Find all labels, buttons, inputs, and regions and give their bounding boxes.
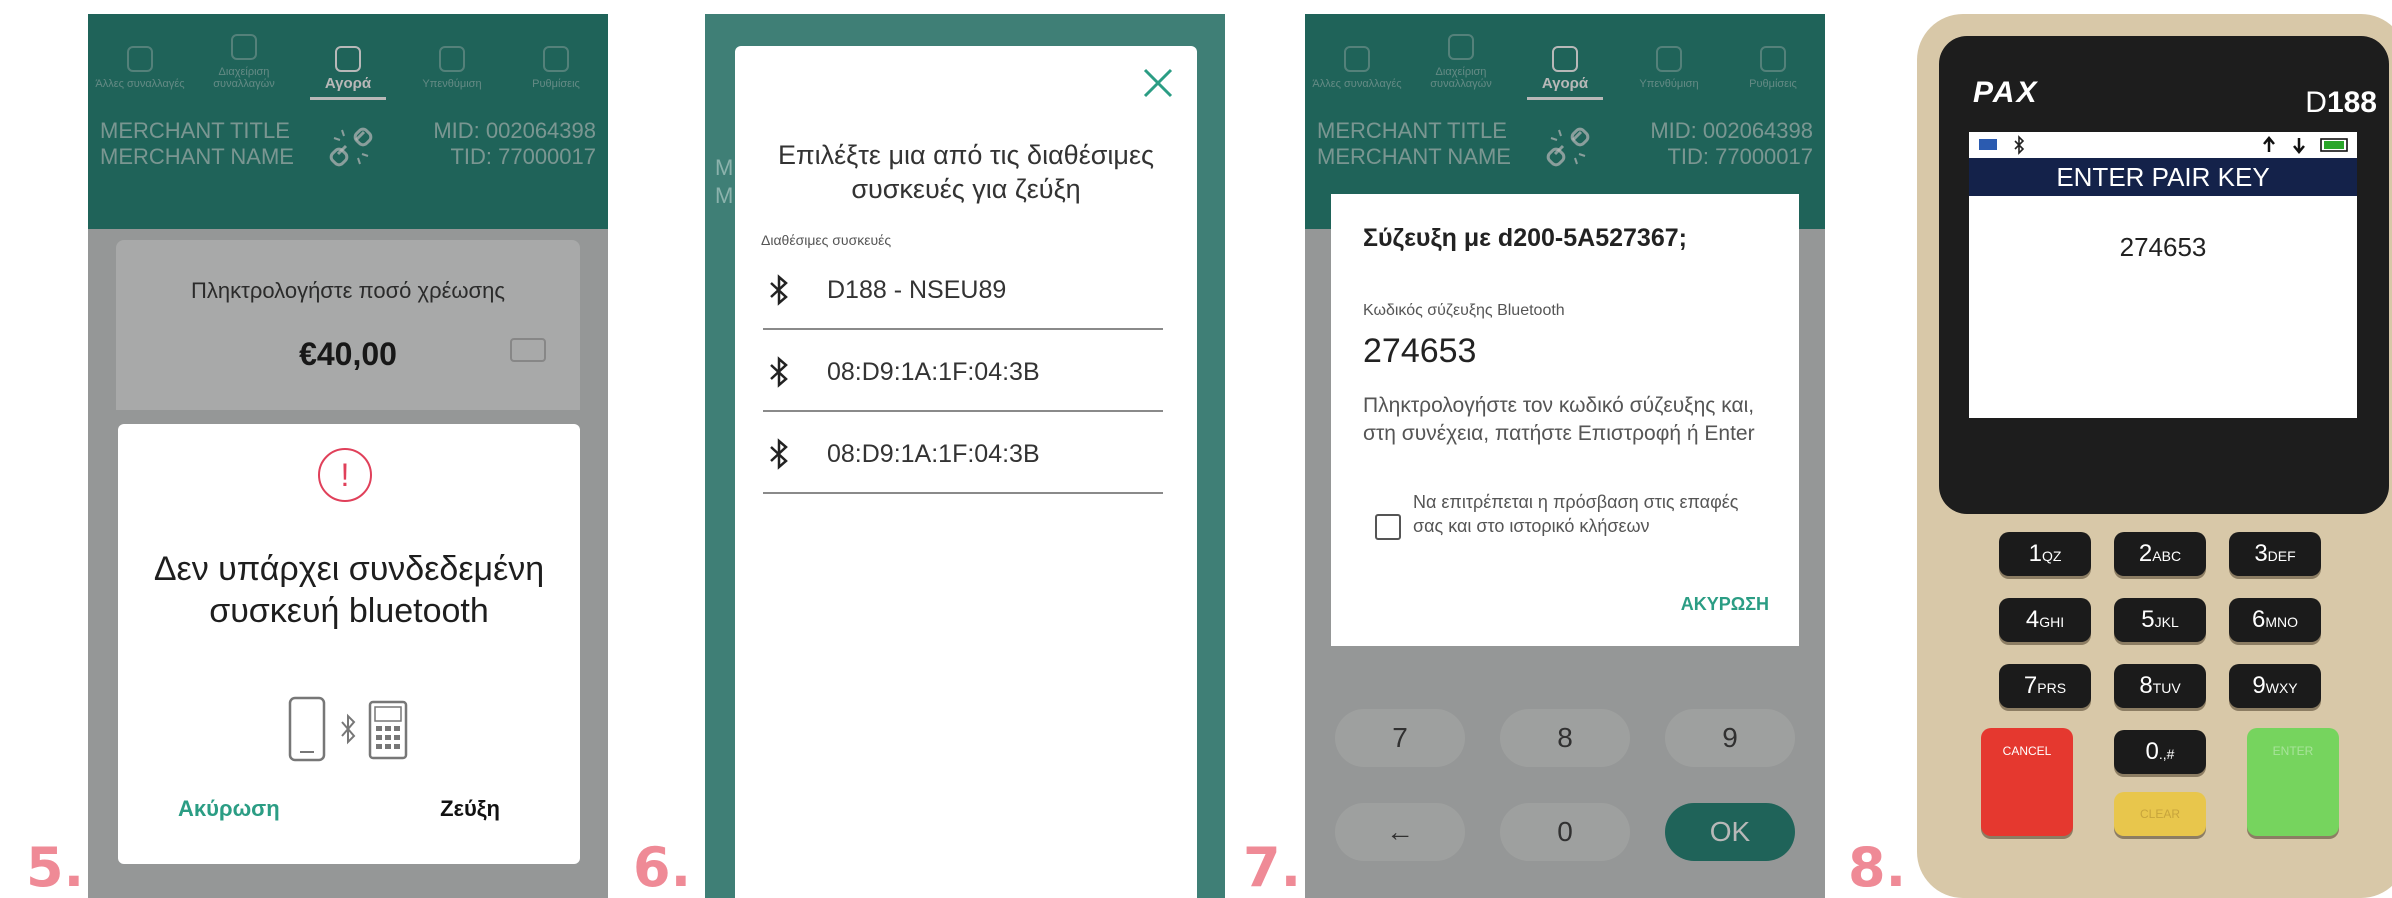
dialog-title: Δεν υπάρχει συνδεδεμένη συσκευή bluetoot… bbox=[153, 550, 545, 630]
keypad-key-1[interactable]: 1QZ bbox=[1999, 532, 2091, 576]
cancel-key[interactable]: CANCEL bbox=[1981, 728, 2073, 836]
step-number-8: 8. bbox=[1848, 836, 1907, 898]
display-pair-key: 274653 bbox=[2119, 232, 2207, 262]
device-name: D188 - NSEU89 bbox=[827, 276, 1007, 304]
cancel-button[interactable]: Ακύρωση bbox=[178, 796, 280, 822]
contacts-access-checkbox[interactable] bbox=[1375, 514, 1401, 540]
model-label: D188 bbox=[2305, 86, 2377, 120]
step-number-7: 7. bbox=[1243, 836, 1302, 898]
device-list-item[interactable]: 08:D9:1A:1F:04:3B bbox=[763, 414, 1163, 494]
cancel-button[interactable]: ΑΚΥΡΩΣΗ bbox=[1681, 594, 1769, 615]
keypad-key-5[interactable]: 5JKL bbox=[2114, 598, 2206, 642]
pax-terminal: PAX D188 ENTER PAIR KEY 274653 1QZ 2ABC … bbox=[1917, 14, 2392, 898]
pairing-code-label: Κωδικός σύζευξης Bluetooth bbox=[1363, 302, 1565, 319]
bluetooth-icon bbox=[770, 356, 788, 388]
model-number: 188 bbox=[2326, 86, 2377, 119]
keypad-key-7[interactable]: 7PRS bbox=[1999, 664, 2091, 708]
pairing-code: 274653 bbox=[1363, 332, 1477, 370]
keypad-key-4[interactable]: 4GHI bbox=[1999, 598, 2091, 642]
status-bar-icons bbox=[1969, 132, 2357, 158]
phone-screen-7: Άλλες συναλλαγές Διαχείριση συναλλαγών Α… bbox=[1305, 14, 1825, 898]
keypad-key-9[interactable]: 9WXY bbox=[2229, 664, 2321, 708]
keypad-key-8[interactable]: 8TUV bbox=[2114, 664, 2206, 708]
bluetooth-icon bbox=[770, 274, 788, 306]
dialog-title: Σύζευξη με d200-5A527367; bbox=[1363, 224, 1687, 252]
enter-key[interactable]: ENTER bbox=[2247, 728, 2339, 836]
step-number-6: 6. bbox=[633, 836, 692, 898]
cancel-key-label: CANCEL bbox=[2002, 744, 2052, 758]
clear-key-label: CLEAR bbox=[2139, 807, 2180, 821]
phone-screen-5: Άλλες συναλλαγές Διαχείριση συναλλαγών Α… bbox=[88, 14, 608, 898]
display-header: ENTER PAIR KEY bbox=[1969, 158, 2357, 196]
pair-button[interactable]: Ζεύξη bbox=[440, 796, 500, 822]
alert-icon: ! bbox=[318, 448, 372, 502]
device-list-item[interactable]: D188 - NSEU89 bbox=[763, 250, 1163, 330]
device-name: 08:D9:1A:1F:04:3B bbox=[827, 440, 1040, 468]
close-icon[interactable] bbox=[1141, 66, 1175, 100]
tutorial-steps: 5. 6. 7. 8. Άλλες συναλλαγές Διαχείριση … bbox=[0, 0, 2392, 898]
clear-key[interactable]: CLEAR bbox=[2114, 792, 2206, 836]
terminal-display: ENTER PAIR KEY 274653 bbox=[1969, 132, 2357, 418]
device-list-item[interactable]: 08:D9:1A:1F:04:3B bbox=[763, 332, 1163, 412]
device-picker-dialog: Επιλέξτε μια από τις διαθέσιμες συσκευές… bbox=[735, 46, 1197, 898]
available-devices-label: Διαθέσιμες συσκευές bbox=[761, 232, 892, 248]
phone-bluetooth-terminal-icon bbox=[288, 696, 408, 762]
bluetooth-icon bbox=[770, 438, 788, 470]
dialog-title: Επιλέξτε μια από τις διαθέσιμες συσκευές… bbox=[777, 140, 1155, 204]
no-bluetooth-dialog: ! Δεν υπάρχει συνδεδεμένη συσκευή blueto… bbox=[118, 424, 580, 864]
pairing-instructions: Πληκτρολογήστε τον κωδικό σύζευξης και, … bbox=[1363, 394, 1755, 445]
pairing-request-dialog: Σύζευξη με d200-5A527367; Κωδικός σύζευξ… bbox=[1331, 194, 1799, 646]
keypad-key-6[interactable]: 6MNO bbox=[2229, 598, 2321, 642]
pax-logo: PAX bbox=[1973, 76, 2038, 110]
keypad-key-3[interactable]: 3DEF bbox=[2229, 532, 2321, 576]
model-prefix: D bbox=[2305, 86, 2327, 119]
keypad-key-2[interactable]: 2ABC bbox=[2114, 532, 2206, 576]
keypad-key-0[interactable]: 0.,# bbox=[2114, 730, 2206, 774]
device-name: 08:D9:1A:1F:04:3B bbox=[827, 358, 1040, 386]
contacts-access-label: Να επιτρέπεται η πρόσβαση στις επαφές σα… bbox=[1413, 492, 1739, 536]
phone-screen-6: MERCHANT TITLE MERCHANT NAME Επιλέξτε μι… bbox=[705, 14, 1225, 898]
brand-text: PAX bbox=[1973, 76, 2039, 109]
step-number-5: 5. bbox=[26, 836, 85, 898]
enter-key-label: ENTER bbox=[2272, 744, 2314, 758]
